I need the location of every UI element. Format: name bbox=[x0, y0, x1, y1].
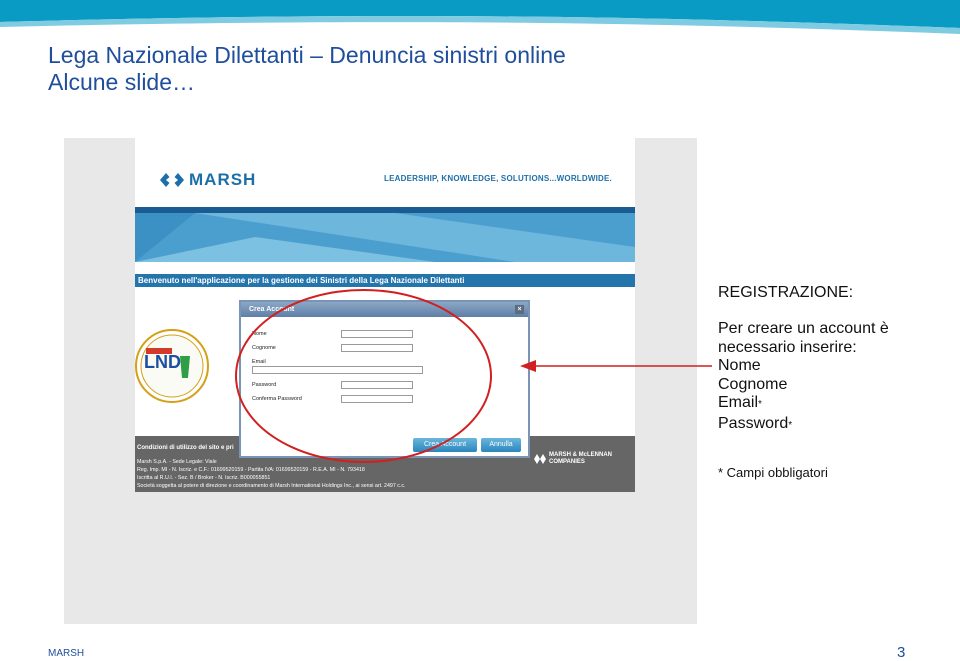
cancel-button[interactable]: Annulla bbox=[481, 438, 521, 452]
footer-brand: MARSH bbox=[48, 648, 85, 659]
marsh-mclennan-logo: MARSH & McLENNAN COMPANIES bbox=[534, 452, 612, 466]
required-field-password: Password* bbox=[718, 415, 889, 436]
marsh-mclennan-text: MARSH & McLENNAN COMPANIES bbox=[549, 452, 612, 466]
svg-text:LND: LND bbox=[144, 352, 181, 372]
lnd-logo: LND bbox=[135, 329, 209, 403]
required-asterisk: * bbox=[758, 399, 762, 410]
footer-line: Società soggetta al potere di direzione … bbox=[137, 483, 406, 489]
required-field-email: Email* bbox=[718, 394, 889, 415]
required-asterisk: * bbox=[788, 419, 793, 431]
annotation-arrow-icon bbox=[520, 360, 712, 372]
marsh-mclennan-line-1: MARSH & McLENNAN bbox=[549, 452, 612, 458]
embedded-screenshot: MARSH LEADERSHIP, KNOWLEDGE, SOLUTIONS..… bbox=[64, 138, 697, 624]
slide-title: Lega Nazionale Dilettanti – Denuncia sin… bbox=[48, 42, 566, 96]
marsh-mclennan-line-2: COMPANIES bbox=[549, 459, 585, 465]
field-password-label: Password bbox=[718, 414, 789, 432]
footer-terms-link[interactable]: Condizioni di utilizzo del sito e pri bbox=[137, 444, 234, 452]
marsh-mclennan-icon bbox=[534, 454, 546, 464]
marsh-logo-icon bbox=[160, 173, 184, 187]
registration-title: REGISTRAZIONE: bbox=[718, 284, 854, 301]
footer-line: Reg. Imp. MI - N. Iscriz. e C.F.: 016995… bbox=[137, 467, 365, 473]
welcome-banner: Benvenuto nell'applicazione per la gesti… bbox=[135, 274, 635, 287]
marsh-logo: MARSH bbox=[160, 170, 256, 190]
header-wave-band bbox=[0, 0, 960, 34]
close-icon[interactable]: × bbox=[515, 305, 524, 314]
slide-title-line-1: Lega Nazionale Dilettanti – Denuncia sin… bbox=[48, 42, 566, 68]
registration-text: Per creare un account è necessario inser… bbox=[718, 320, 889, 435]
footer-line: Iscritta al R.U.I. - Sez. B / Broker - N… bbox=[137, 475, 271, 481]
slide-title-line-2: Alcune slide… bbox=[48, 69, 196, 95]
header-banner bbox=[135, 207, 635, 262]
page-number: 3 bbox=[897, 644, 906, 661]
marsh-logo-text: MARSH bbox=[189, 170, 257, 189]
marsh-tagline: LEADERSHIP, KNOWLEDGE, SOLUTIONS...WORLD… bbox=[384, 174, 612, 183]
required-fields-note: * Campi obbligatori bbox=[718, 465, 828, 480]
required-field-nome: Nome bbox=[718, 357, 761, 374]
highlight-ellipse bbox=[235, 289, 492, 463]
registration-line-1: Per creare un account è bbox=[718, 320, 889, 337]
registration-line-2: necessario inserire: bbox=[718, 338, 857, 356]
required-field-cognome: Cognome bbox=[718, 375, 788, 393]
field-email-label: Email bbox=[718, 394, 759, 411]
